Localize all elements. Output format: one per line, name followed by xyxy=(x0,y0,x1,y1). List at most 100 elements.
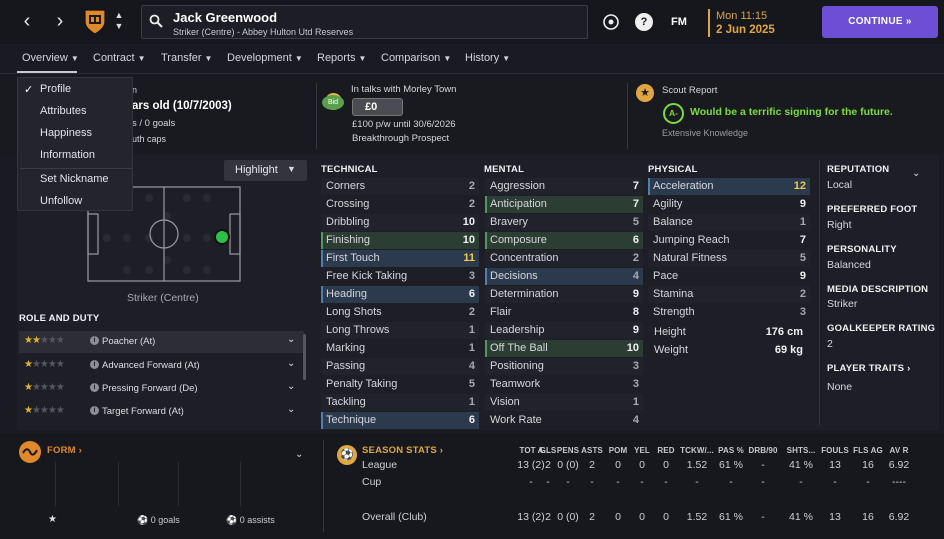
role-name: Poacher (At) xyxy=(102,336,156,347)
form-gridline xyxy=(118,462,119,506)
chevron-down-icon: ▼ xyxy=(137,54,146,63)
stats-cell: 1.52 xyxy=(686,511,708,523)
value-field[interactable]: £0 xyxy=(352,98,403,116)
weight-label: Weight xyxy=(654,344,689,356)
stats-column-header[interactable]: TCKW/... xyxy=(679,446,715,455)
chevron-right-icon: › xyxy=(439,445,444,456)
chevron-down-icon[interactable]: ⌄ xyxy=(287,334,295,345)
club-crest-icon[interactable] xyxy=(83,8,107,36)
attribute-value: 2 xyxy=(468,306,475,318)
preferred-foot-title: PREFERRED FOOT xyxy=(827,204,918,215)
highlight-dropdown[interactable]: Highlight ▼ xyxy=(224,160,307,181)
stats-cell: - xyxy=(761,476,765,488)
tab-comparison[interactable]: Comparison ▼ xyxy=(381,52,451,64)
info-icon[interactable]: i xyxy=(90,360,99,369)
attribute-name: Aggression xyxy=(490,180,546,192)
transfer-status[interactable]: In talks with Morley Town xyxy=(351,84,456,95)
player-position-club[interactable]: Striker (Centre) - Abbey Hulton Utd Rese… xyxy=(173,27,353,37)
tab-reports[interactable]: Reports ▼ xyxy=(317,52,366,64)
role-row[interactable]: ★★★★★ i Poacher (At) ⌄ xyxy=(19,331,304,353)
star-icon: ★ xyxy=(48,514,57,525)
chevron-down-icon: ▼ xyxy=(204,54,213,63)
current-date[interactable]: 2 Jun 2025 xyxy=(716,24,775,36)
attribute-value: 9 xyxy=(632,288,639,300)
attribute-value: 10 xyxy=(626,342,639,354)
stats-cell: 6.92 xyxy=(888,511,910,523)
info-icon[interactable]: i xyxy=(90,383,99,392)
role-row[interactable]: ★★★★★ i Target Forward (At) ⌄ xyxy=(19,401,304,423)
continue-button[interactable]: CONTINUE » xyxy=(822,6,938,38)
tab-history[interactable]: History ▼ xyxy=(465,52,510,64)
chevron-down-icon[interactable]: ⌄ xyxy=(912,168,920,179)
tab-transfer[interactable]: Transfer ▼ xyxy=(161,52,212,64)
chevron-down-icon: ▼ xyxy=(294,54,303,63)
pitch-position-label: Striker (Centre) xyxy=(127,292,199,304)
info-icon[interactable]: i xyxy=(90,336,99,345)
tab-contract[interactable]: Contract ▼ xyxy=(93,52,146,64)
attribute-name: Technique xyxy=(326,414,377,426)
attribute-value: 7 xyxy=(799,234,806,246)
attribute-name: Tackling xyxy=(326,396,366,408)
attribute-name: Balance xyxy=(653,216,693,228)
tab-overview[interactable]: Overview ▼ xyxy=(22,52,79,64)
attribute-name: Determination xyxy=(490,288,559,300)
player-traits-title[interactable]: PLAYER TRAITS › xyxy=(827,363,910,374)
attribute-value: 8 xyxy=(632,306,639,318)
stats-cell: 13 xyxy=(829,511,841,523)
attribute-value: 2 xyxy=(632,252,639,264)
stats-column-header[interactable]: PAS % xyxy=(713,446,749,455)
role-row[interactable]: ★★★★★ i Pressing Forward (De) ⌄ xyxy=(19,378,304,400)
roles-scrollbar[interactable] xyxy=(303,334,306,380)
season-stats-title[interactable]: SEASON STATS › xyxy=(362,445,443,456)
media-description-title: MEDIA DESCRIPTION xyxy=(827,284,929,295)
attribute-name: Penalty Taking xyxy=(326,378,398,390)
help-icon[interactable]: ? xyxy=(635,13,653,31)
updown-chevron-icon[interactable]: ▲ ▼ xyxy=(113,10,125,34)
attribute-name: Crossing xyxy=(326,198,370,210)
stats-cell: - xyxy=(799,476,803,488)
forward-button[interactable]: › xyxy=(50,10,70,34)
menu-divider xyxy=(20,168,132,169)
stats-column-header[interactable]: FOULS xyxy=(817,446,853,455)
attribute-name: Concentration xyxy=(490,252,559,264)
tab-development[interactable]: Development ▼ xyxy=(227,52,303,64)
player-search-box[interactable]: Jack Greenwood Striker (Centre) - Abbey … xyxy=(141,5,588,39)
attribute-name: Vision xyxy=(490,396,520,408)
menu-item-set-nickname[interactable]: Set Nickname xyxy=(40,173,108,185)
info-icon[interactable]: i xyxy=(90,406,99,415)
menu-item-profile[interactable]: Profile xyxy=(40,83,71,95)
chevron-down-icon: ▼ xyxy=(70,54,79,63)
chevron-down-icon[interactable]: ⌄ xyxy=(287,381,295,392)
chevron-down-icon[interactable]: ⌄ xyxy=(287,358,295,369)
chevron-down-icon[interactable]: ⌄ xyxy=(287,404,295,415)
attribute-name: Acceleration xyxy=(653,180,714,192)
attribute-name: Stamina xyxy=(653,288,694,300)
attribute-name: Flair xyxy=(490,306,512,318)
role-row[interactable]: ★★★★★ i Advanced Forward (At) ⌄ xyxy=(19,355,304,377)
attribute-name: Long Throws xyxy=(326,324,390,336)
menu-item-unfollow[interactable]: Unfollow xyxy=(40,195,82,207)
menu-item-attributes[interactable]: Attributes xyxy=(40,105,86,117)
football-icon[interactable] xyxy=(602,13,620,31)
attribute-value: 7 xyxy=(632,180,639,192)
attribute-name: Work Rate xyxy=(490,414,542,426)
attribute-name: Corners xyxy=(326,180,366,192)
stats-column-header[interactable]: DRB/90 xyxy=(745,446,781,455)
divider xyxy=(627,83,628,149)
attribute-value: 3 xyxy=(468,270,475,282)
stats-cell: - xyxy=(729,476,733,488)
menu-item-information[interactable]: Information xyxy=(40,149,95,161)
back-button[interactable]: ‹ xyxy=(17,10,37,34)
bid-badge: Bid xyxy=(322,95,344,110)
season-stats-icon: ⚽ xyxy=(337,445,357,465)
form-title[interactable]: FORM › xyxy=(47,445,82,456)
attribute-name: Long Shots xyxy=(326,306,382,318)
chevron-down-icon[interactable]: ⌄ xyxy=(295,449,303,460)
scout-report-title[interactable]: Scout Report xyxy=(662,85,717,96)
stats-column-header[interactable]: SHTS... xyxy=(783,446,819,455)
stats-column-header[interactable]: AV R xyxy=(881,446,917,455)
form-gridline xyxy=(178,462,179,506)
menu-item-happiness[interactable]: Happiness xyxy=(40,127,92,139)
fm-menu-button[interactable]: FM xyxy=(668,13,690,31)
reputation-value: Local xyxy=(827,179,853,191)
